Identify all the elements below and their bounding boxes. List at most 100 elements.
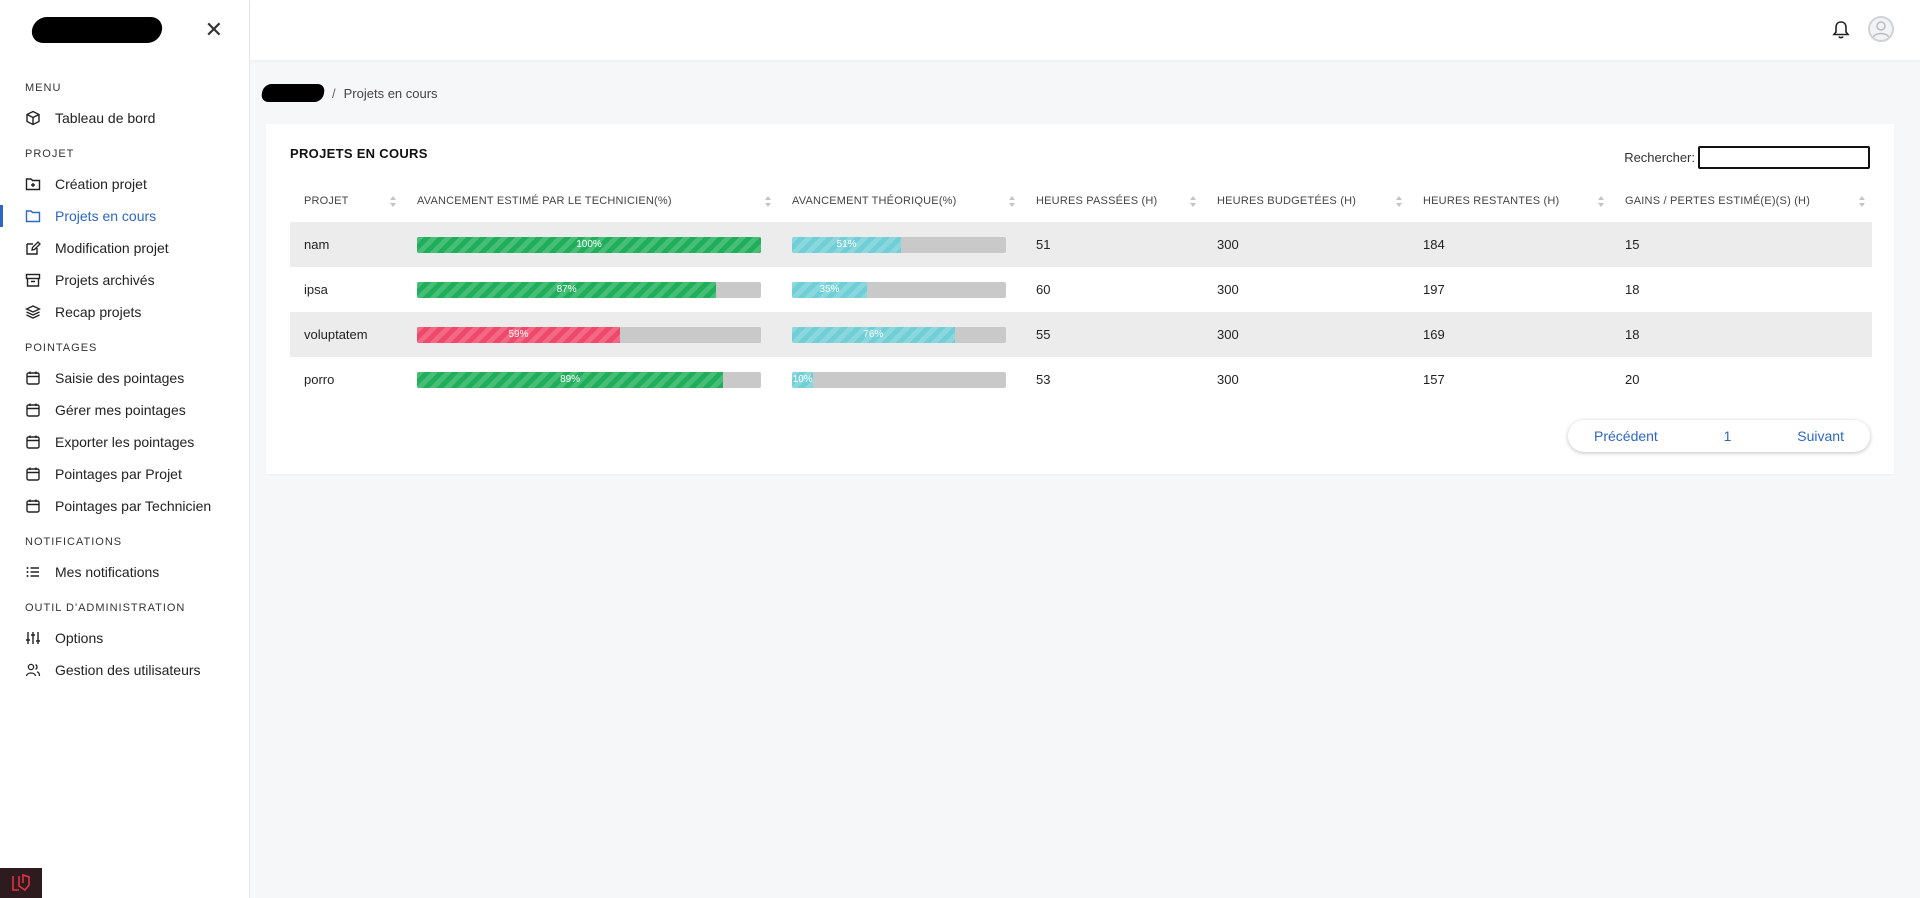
- sidebar-item-label: Recap projets: [55, 304, 142, 320]
- column-header-label: AVANCEMENT ESTIMÉ PAR LE TECHNICIEN(%): [417, 195, 672, 207]
- framework-logo-icon: [12, 873, 30, 892]
- estimated-progress-bar: 100%: [417, 236, 761, 253]
- section-title-pointages: POINTAGES: [25, 342, 98, 354]
- sidebar-item-pointages-par-technicien[interactable]: Pointages par Technicien: [0, 490, 249, 522]
- gains-losses-cell: 18: [1625, 282, 1640, 297]
- theoretical-progress-fill: 10%: [792, 371, 814, 388]
- table-row[interactable]: ipsa 87% 35% 60 300 197 18: [290, 267, 1872, 312]
- project-name-cell: ipsa: [304, 282, 328, 297]
- projects-card: PROJETS EN COURS Rechercher: PROJET AVANC…: [266, 124, 1894, 474]
- sort-icon[interactable]: [1008, 195, 1016, 208]
- page-number-button[interactable]: 1: [1724, 428, 1732, 444]
- bell-icon[interactable]: [1832, 20, 1850, 40]
- sidebar-item-recap-projets[interactable]: Recap projets: [0, 296, 249, 328]
- column-header-label: GAINS / PERTES ESTIMÉ(E)(S) (H): [1625, 195, 1811, 207]
- column-header-heures-restantes-h[interactable]: HEURES RESTANTES (H): [1409, 180, 1611, 222]
- hours-budgeted-cell: 300: [1217, 327, 1239, 342]
- table-row[interactable]: voluptatem 59% 76% 55 300 169 18: [290, 312, 1872, 357]
- sidebar-item-mes-notifications[interactable]: Mes notifications: [0, 556, 249, 588]
- section-title-outil-d-administration: OUTIL D'ADMINISTRATION: [25, 602, 186, 614]
- hours-spent-cell: 51: [1036, 237, 1051, 252]
- close-icon[interactable]: ✕: [205, 19, 223, 41]
- archive-icon: [25, 272, 41, 288]
- sidebar-item-label: Pointages par Projet: [55, 466, 182, 482]
- sidebar-item-label: Gestion des utilisateurs: [55, 662, 201, 678]
- search-label: Rechercher:: [1624, 150, 1695, 165]
- estimated-progress-cell: 100%: [403, 222, 778, 267]
- sidebar-item-projets-archives[interactable]: Projets archivés: [0, 264, 249, 296]
- estimated-progress-fill: 59%: [417, 326, 620, 343]
- avatar[interactable]: [1868, 16, 1894, 42]
- hours-budgeted-cell: 300: [1217, 282, 1239, 297]
- estimated-progress-cell: 59%: [403, 312, 778, 357]
- sidebar-item-options[interactable]: Options: [0, 622, 249, 654]
- estimated-progress-fill: 100%: [417, 236, 761, 253]
- hours-remaining-cell: 197: [1423, 282, 1445, 297]
- estimated-progress-bar: 59%: [417, 326, 761, 343]
- theoretical-progress-bar: 51%: [792, 236, 1006, 253]
- user-avatar-icon: [1872, 21, 1890, 39]
- previous-page-button[interactable]: Précédent: [1594, 428, 1658, 444]
- sidebar-item-pointages-par-projet[interactable]: Pointages par Projet: [0, 458, 249, 490]
- sidebar-item-modification-projet[interactable]: Modification projet: [0, 232, 249, 264]
- column-header-gains-pertes-estime-e-s-h[interactable]: GAINS / PERTES ESTIMÉ(E)(S) (H): [1611, 180, 1872, 222]
- sidebar-item-label: Options: [55, 630, 104, 646]
- column-header-avancement-theorique[interactable]: AVANCEMENT THÉORIQUE(%): [778, 180, 1022, 222]
- breadcrumb-root-redacted[interactable]: [260, 84, 326, 102]
- column-header-heures-passees-h[interactable]: HEURES PASSÉES (H): [1022, 180, 1203, 222]
- sidebar-item-projets-en-cours[interactable]: Projets en cours: [0, 200, 249, 232]
- theoretical-progress-cell: 51%: [778, 222, 1022, 267]
- sort-icon[interactable]: [389, 195, 397, 208]
- theoretical-progress-bar: 35%: [792, 281, 1006, 298]
- column-header-projet[interactable]: PROJET: [290, 180, 403, 222]
- theoretical-progress-cell: 35%: [778, 267, 1022, 312]
- column-header-heures-budgetees-h[interactable]: HEURES BUDGETÉES (H): [1203, 180, 1409, 222]
- column-header-label: AVANCEMENT THÉORIQUE(%): [792, 195, 957, 207]
- sidebar-item-exporter-les-pointages[interactable]: Exporter les pointages: [0, 426, 249, 458]
- sort-icon[interactable]: [1189, 195, 1197, 208]
- column-header-avancement-estime-par-le-technicien[interactable]: AVANCEMENT ESTIMÉ PAR LE TECHNICIEN(%): [403, 180, 778, 222]
- sidebar-item-tableau-de-bord[interactable]: Tableau de bord: [0, 102, 249, 134]
- sort-icon[interactable]: [764, 195, 772, 208]
- table-row[interactable]: porro 89% 10% 53 300 157 20: [290, 357, 1872, 402]
- sort-icon[interactable]: [1858, 195, 1866, 208]
- topbar: [250, 0, 1920, 60]
- sidebar-menu: MENU Tableau de bord PROJET Création projet…: [0, 60, 249, 686]
- sidebar-item-gerer-mes-pointages[interactable]: Gérer mes pointages: [0, 394, 249, 426]
- sidebar-item-label: Projets archivés: [55, 272, 155, 288]
- sidebar-item-gestion-des-utilisateurs[interactable]: Gestion des utilisateurs: [0, 654, 249, 686]
- estimated-progress-bar: 89%: [417, 371, 761, 388]
- column-header-label: PROJET: [304, 195, 349, 207]
- table-header-row: PROJET AVANCEMENT ESTIMÉ PAR LE TECHNICIE…: [290, 180, 1872, 222]
- sliders-icon: [25, 630, 41, 646]
- hours-budgeted-cell: 300: [1217, 372, 1239, 387]
- project-name-cell: porro: [304, 372, 335, 387]
- section-title-menu: MENU: [25, 82, 62, 94]
- hours-remaining-cell: 169: [1423, 327, 1445, 342]
- column-header-label: HEURES PASSÉES (H): [1036, 195, 1158, 207]
- search-input[interactable]: [1698, 146, 1870, 169]
- sort-icon[interactable]: [1395, 195, 1403, 208]
- sort-icon[interactable]: [1597, 195, 1605, 208]
- hours-budgeted-cell: 300: [1217, 237, 1239, 252]
- project-name-cell: nam: [304, 237, 330, 252]
- sidebar-item-label: Exporter les pointages: [55, 434, 195, 450]
- sidebar-item-creation-projet[interactable]: Création projet: [0, 168, 249, 200]
- next-page-button[interactable]: Suivant: [1797, 428, 1844, 444]
- calendar-icon: [25, 498, 41, 514]
- table-row[interactable]: nam 100% 51% 51 300 184 15: [290, 222, 1872, 267]
- column-header-label: HEURES BUDGETÉES (H): [1217, 195, 1357, 207]
- sidebar-item-label: Saisie des pointages: [55, 370, 185, 386]
- theoretical-progress-cell: 76%: [778, 312, 1022, 357]
- projects-table: PROJET AVANCEMENT ESTIMÉ PAR LE TECHNICIE…: [290, 180, 1872, 402]
- logo-redacted: [30, 17, 164, 43]
- theoretical-progress-fill: 51%: [792, 236, 902, 253]
- theoretical-progress-bar: 10%: [792, 371, 1006, 388]
- folder-plus-icon: [25, 176, 41, 192]
- column-header-label: HEURES RESTANTES (H): [1423, 195, 1560, 207]
- theoretical-progress-fill: 76%: [792, 326, 955, 343]
- app-badge-icon[interactable]: [0, 868, 42, 898]
- pagination: Précédent 1 Suivant: [1568, 420, 1870, 452]
- sidebar-item-label: Tableau de bord: [55, 110, 156, 126]
- sidebar-item-saisie-des-pointages[interactable]: Saisie des pointages: [0, 362, 249, 394]
